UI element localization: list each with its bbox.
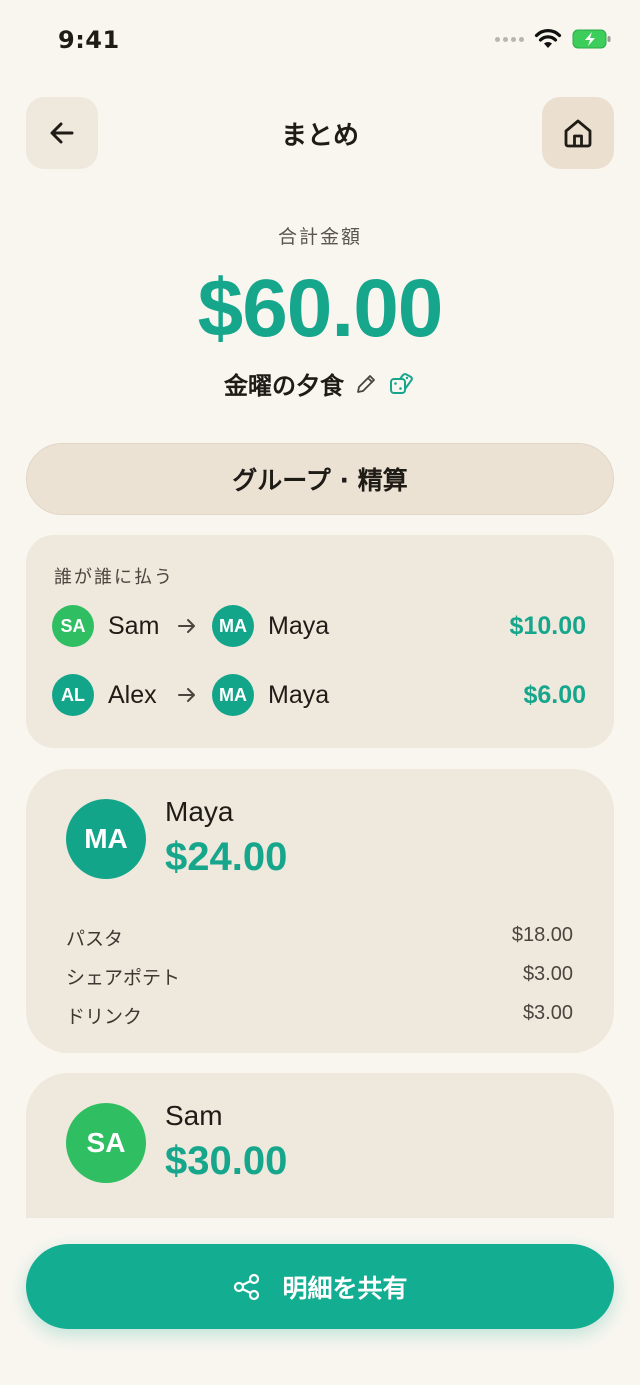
home-icon — [564, 119, 592, 148]
arrow-right-icon — [176, 684, 198, 706]
item-price: $18.00 — [511, 924, 573, 946]
payee-name: Maya — [268, 611, 330, 640]
share-button-label: 明細を共有 — [282, 1273, 408, 1303]
item-price: $3.00 — [522, 1002, 573, 1024]
settlement-amount: $6.00 — [523, 680, 586, 709]
item-name: シェアポテト — [66, 967, 181, 989]
settlement-row: AL Alex MA Maya $6.00 — [52, 673, 586, 717]
home-button[interactable] — [542, 97, 614, 169]
list-item: パスタ $18.00 — [66, 924, 573, 951]
person-amount: $24.00 — [165, 835, 288, 879]
total-label: 合計金額 — [277, 226, 362, 248]
pencil-icon[interactable] — [354, 372, 378, 396]
item-name: ドリンク — [66, 1006, 143, 1028]
item-name: パスタ — [66, 928, 124, 950]
item-price: $3.00 — [522, 963, 573, 985]
top-bar: まとめ — [0, 97, 640, 169]
total-amount: $60.00 — [197, 263, 444, 354]
status-bar: 9:41 — [0, 0, 640, 80]
event-row: 金曜の夕食 — [0, 366, 640, 401]
settlements-card: 誰が誰に払う SA Sam MA Maya $10.00 AL Alex MA … — [26, 535, 614, 748]
arrow-right-icon — [176, 615, 198, 637]
person-amount: $30.00 — [165, 1139, 288, 1183]
battery-icon — [572, 29, 611, 49]
settlement-row: SA Sam MA Maya $10.00 — [52, 604, 586, 648]
settlement-amount: $10.00 — [509, 611, 586, 640]
dice-icon[interactable] — [388, 370, 416, 398]
avatar: SA — [52, 605, 94, 647]
list-item: シェアポテト $3.00 — [66, 963, 573, 990]
signal-icon — [495, 36, 524, 42]
avatar: SA — [66, 1103, 146, 1183]
group-settlement-toggle[interactable]: グループ · 精算 — [26, 443, 614, 515]
person-card-maya[interactable]: MA Maya $24.00 パスタ $18.00 シェアポテト $3.00 ド… — [26, 769, 614, 1053]
share-icon — [234, 1273, 260, 1300]
settlements-title: 誰が誰に払う — [54, 567, 174, 588]
list-item: ドリンク $3.00 — [66, 1002, 573, 1029]
person-name: Maya — [165, 796, 234, 827]
avatar: MA — [66, 799, 146, 879]
payer-name: Sam — [108, 611, 160, 640]
status-time: 9:41 — [58, 26, 120, 54]
payer-name: Alex — [108, 680, 157, 709]
avatar: MA — [212, 605, 254, 647]
person-name: Sam — [165, 1100, 223, 1131]
payee-name: Maya — [268, 680, 330, 709]
wifi-icon — [534, 29, 562, 48]
avatar: AL — [52, 674, 94, 716]
status-icons — [495, 28, 612, 50]
event-name: 金曜の夕食 — [224, 372, 344, 400]
share-button[interactable]: 明細を共有 — [26, 1244, 614, 1329]
avatar: MA — [212, 674, 254, 716]
